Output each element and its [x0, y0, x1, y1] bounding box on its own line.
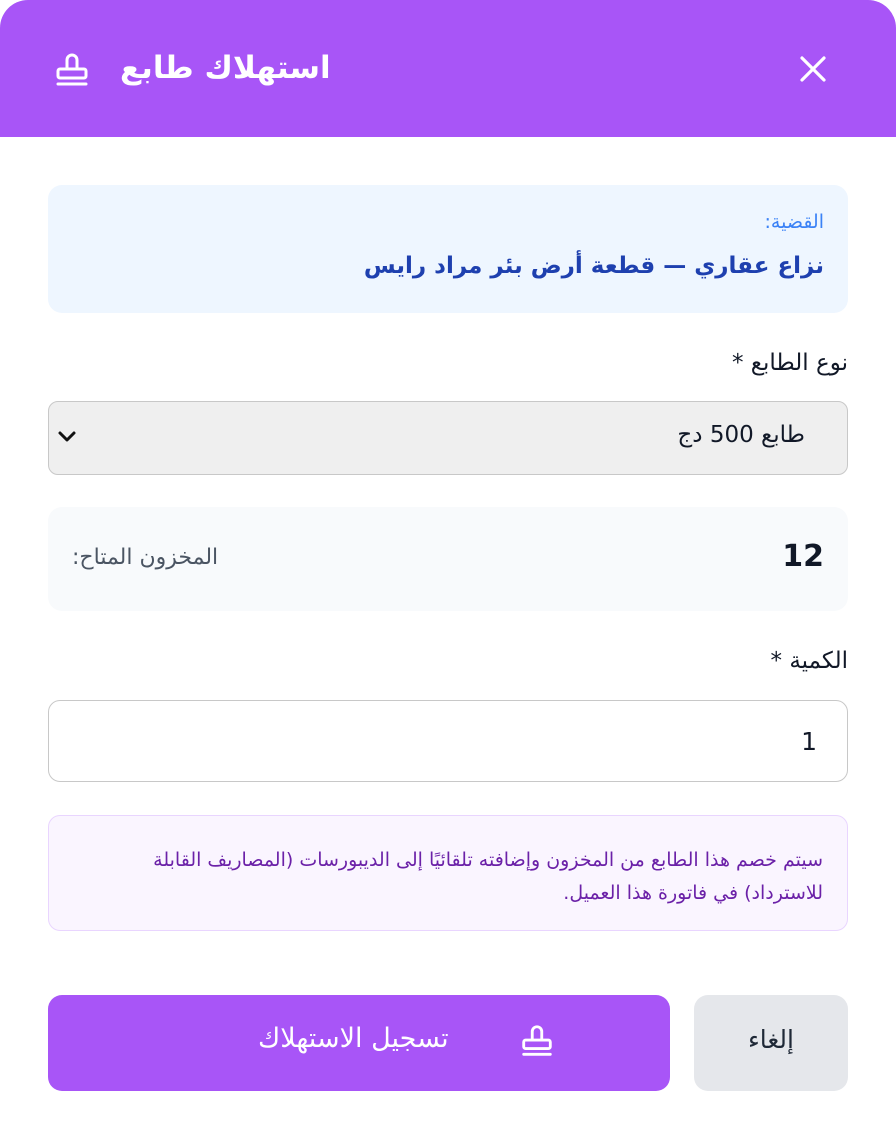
close-icon[interactable]: [792, 48, 834, 90]
dialog-title: استهلاك طابع: [120, 50, 331, 86]
case-info-box: القضية: نزاع عقاري — قطعة أرض بئر مراد ر…: [48, 185, 848, 313]
case-value: نزاع عقاري — قطعة أرض بئر مراد رايس: [363, 253, 824, 279]
cancel-button[interactable]: إلغاء: [694, 995, 848, 1091]
stamp-type-label: نوع الطابع *: [731, 350, 848, 376]
stamp-type-select[interactable]: طابع 500 دج: [48, 401, 848, 475]
quantity-input[interactable]: [48, 700, 848, 782]
quantity-label: الكمية *: [770, 648, 848, 674]
stamp-type-selected-value: طابع 500 دج: [677, 422, 805, 448]
available-stock-label: المخزون المتاح:: [72, 545, 219, 570]
stamp-icon: [522, 1025, 552, 1056]
stamp-icon: [56, 53, 88, 86]
deduction-notice: سيتم خصم هذا الطابع من المخزون وإضافته ت…: [48, 815, 848, 931]
chevron-down-icon: [58, 431, 76, 442]
case-label: القضية:: [764, 211, 824, 233]
dialog-header: استهلاك طابع: [0, 0, 896, 137]
available-stock-box: 12 المخزون المتاح:: [48, 507, 848, 611]
register-consumption-button[interactable]: تسجيل الاستهلاك: [48, 995, 670, 1091]
cancel-label: إلغاء: [748, 1025, 794, 1054]
consume-stamp-dialog: استهلاك طابع القضية: نزاع عقاري — قطعة أ…: [0, 0, 896, 1138]
register-consumption-label: تسجيل الاستهلاك: [258, 1023, 449, 1054]
available-stock-value: 12: [782, 539, 824, 574]
